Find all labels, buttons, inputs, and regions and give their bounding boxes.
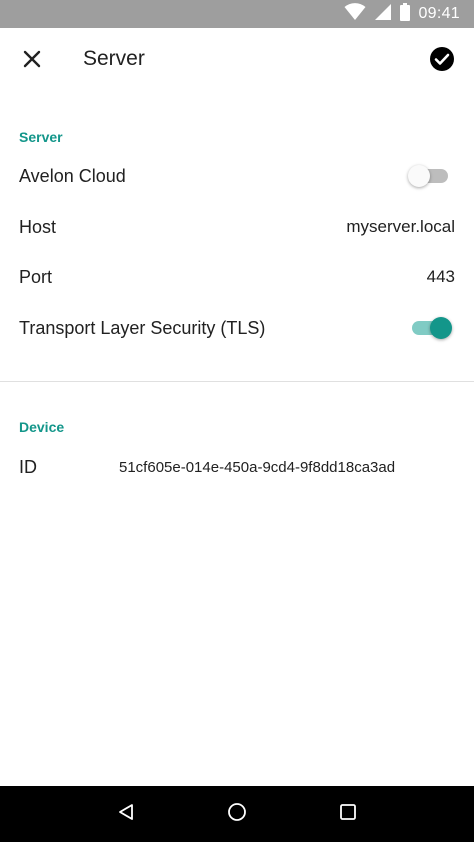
switch-thumb [408,165,430,187]
battery-icon [400,2,411,26]
home-icon [227,802,247,827]
recents-button[interactable] [324,790,372,838]
app-bar: Server [0,28,474,94]
status-icons: 09:41 [344,0,460,28]
host-value: myserver.local [346,217,455,236]
back-button[interactable] [102,790,150,838]
host-row[interactable]: Host myserver.local [0,202,474,252]
home-button[interactable] [213,790,261,838]
close-button[interactable] [14,43,50,79]
status-bar: 09:41 [0,0,474,28]
recents-icon [339,803,357,826]
tls-row[interactable]: Transport Layer Security (TLS) [0,303,474,353]
navigation-bar [0,786,474,842]
port-value: 443 [426,267,455,286]
device-id-label: ID [19,456,37,477]
port-row[interactable]: Port 443 [0,252,474,302]
device-section-header: Device [19,419,65,435]
server-section-header: Server [19,129,63,145]
tls-switch[interactable] [408,316,452,340]
save-button[interactable] [424,43,460,79]
avelon-cloud-label: Avelon Cloud [19,165,126,186]
check-circle-icon [429,46,455,77]
port-label: Port [19,266,53,287]
back-icon [117,803,135,826]
status-time: 09:41 [418,5,460,22]
wifi-icon [344,2,366,26]
avelon-cloud-switch[interactable] [408,164,452,188]
signal-icon [374,3,392,26]
device-id-value: 51cf605e-014e-450a-9cd4-9f8dd18ca3ad [119,458,396,476]
device-id-row: ID 51cf605e-014e-450a-9cd4-9f8dd18ca3ad [19,455,459,479]
tls-label: Transport Layer Security (TLS) [19,317,266,338]
switch-thumb [430,317,452,339]
host-label: Host [19,216,57,237]
avelon-cloud-row[interactable]: Avelon Cloud [0,151,474,201]
page-title: Server [83,47,145,70]
section-divider [0,381,474,382]
close-icon [23,50,41,73]
